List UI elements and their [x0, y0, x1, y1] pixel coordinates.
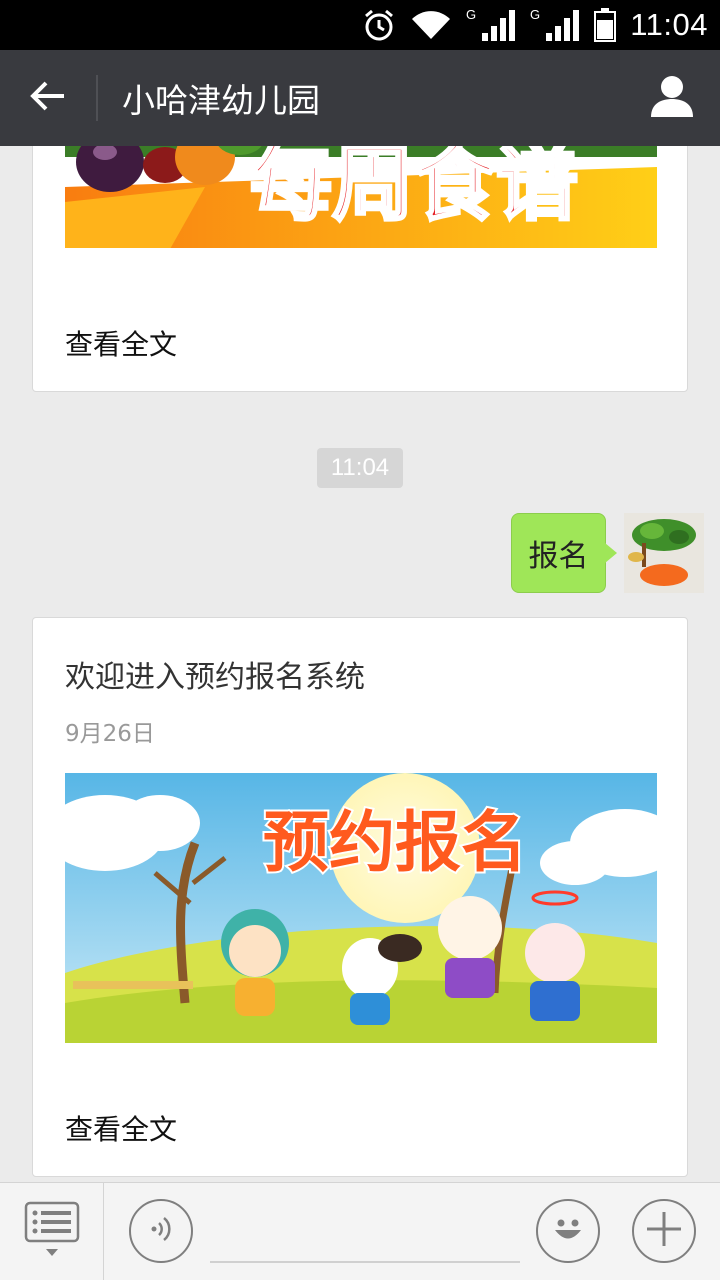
page-title: 小哈津幼儿园 [122, 81, 320, 120]
bubble-tail [605, 543, 617, 563]
back-button[interactable] [0, 50, 96, 146]
input-bar [0, 1182, 720, 1280]
chat-area[interactable]: 每周食谱 查看全文 11:04 报名 欢迎进入预约报名系统 9月26日 预约报名… [0, 146, 720, 1182]
message-input[interactable] [210, 1203, 520, 1263]
svg-text:G: G [530, 7, 540, 22]
avatar[interactable] [624, 513, 704, 593]
read-more-link[interactable]: 查看全文 [65, 1108, 177, 1148]
emoji-icon [548, 1209, 588, 1253]
recipe-banner-image: 每周食谱 [65, 146, 657, 258]
wifi-icon [410, 9, 452, 41]
read-more-link[interactable]: 查看全文 [65, 323, 177, 363]
voice-button[interactable] [129, 1199, 193, 1263]
article-card-recipe[interactable]: 每周食谱 查看全文 [32, 146, 688, 392]
message-timestamp: 11:04 [317, 448, 403, 488]
profile-button[interactable] [624, 50, 720, 146]
signal-g-icon: G [466, 7, 516, 43]
registration-banner-text: 预约报名 [263, 804, 527, 881]
status-time: 11:04 [630, 7, 708, 42]
outgoing-message-bubble[interactable]: 报名 [511, 513, 606, 593]
article-date: 9月26日 [65, 721, 155, 747]
article-card-registration[interactable]: 欢迎进入预约报名系统 9月26日 预约报名 查看全文 [32, 617, 688, 1177]
network-type-label: G [466, 7, 476, 22]
status-bar: G G 11:04 [0, 0, 720, 50]
signal-g-icon: G [530, 7, 580, 43]
voice-icon [146, 1214, 176, 1248]
recipe-banner-text: 每周食谱 [250, 146, 578, 232]
arrow-left-icon [30, 80, 66, 116]
title-divider [96, 75, 98, 121]
emoji-button[interactable] [536, 1199, 600, 1263]
menu-list-icon [24, 1201, 80, 1263]
article-title: 欢迎进入预约报名系统 [65, 660, 365, 695]
plus-button[interactable] [632, 1199, 696, 1263]
title-bar: 小哈津幼儿园 [0, 50, 720, 146]
person-icon [650, 75, 694, 121]
battery-icon [594, 8, 617, 42]
plus-icon [644, 1209, 684, 1253]
alarm-icon [362, 8, 396, 42]
registration-banner-image: 预约报名 [65, 773, 657, 1043]
menu-toggle-button[interactable] [0, 1183, 104, 1280]
